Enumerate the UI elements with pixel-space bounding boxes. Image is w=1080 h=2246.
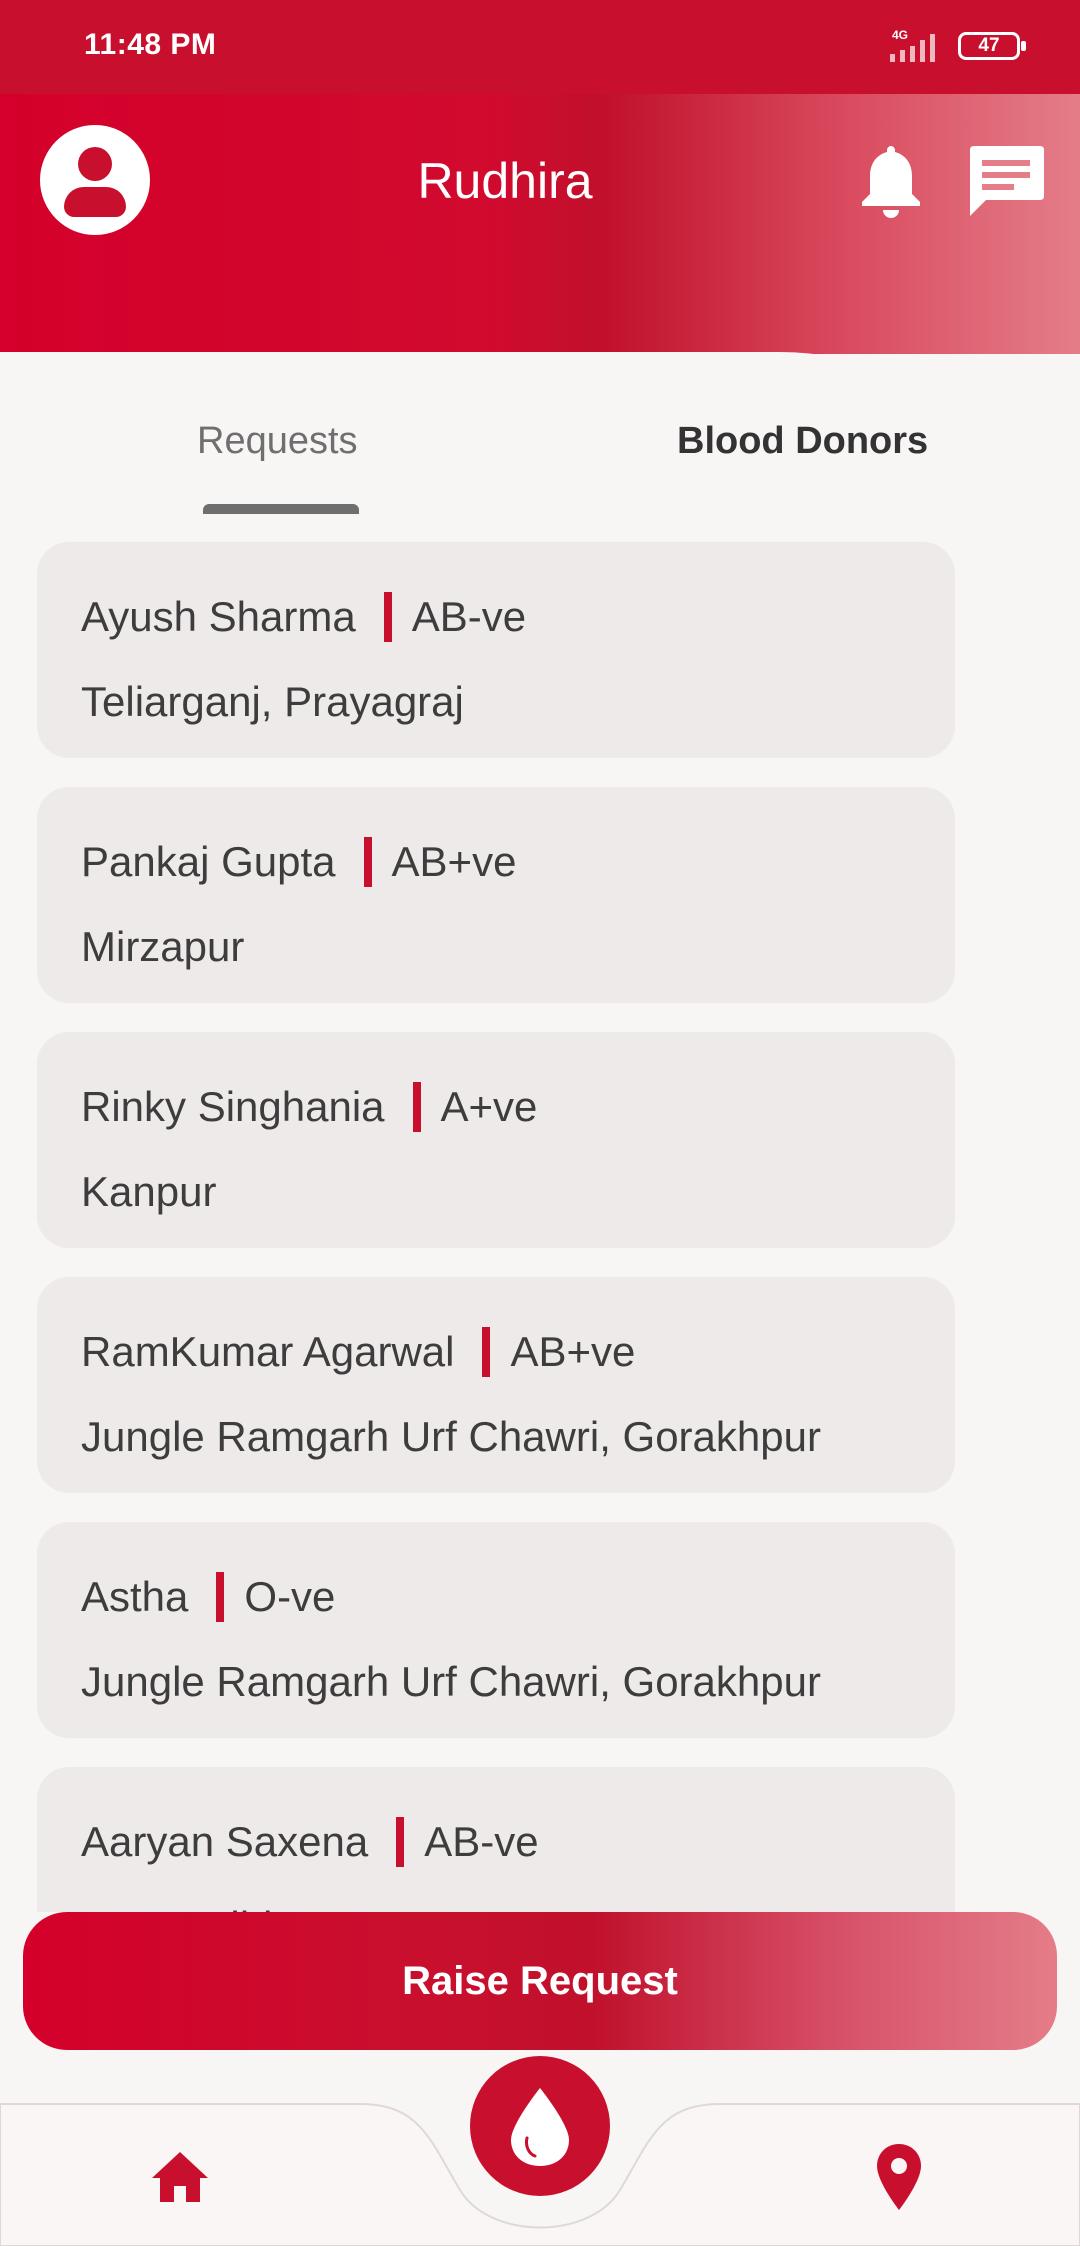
requester-location: Jungle Ramgarh Urf Chawri, Gorakhpur bbox=[81, 1658, 821, 1705]
blood-group: A+ve bbox=[440, 1083, 538, 1130]
request-card[interactable]: Rinky Singhania A+ve Kanpur bbox=[37, 1032, 955, 1248]
requester-location: New Delhi bbox=[81, 1903, 272, 1912]
requester-name: Ayush Sharma bbox=[81, 593, 356, 640]
battery-icon: 47 bbox=[958, 32, 1026, 60]
home-icon[interactable] bbox=[150, 2148, 210, 2204]
request-card[interactable]: Pankaj Gupta AB+ve Mirzapur bbox=[37, 787, 955, 1003]
blood-group: AB-ve bbox=[411, 593, 527, 640]
blood-group: O-ve bbox=[244, 1573, 336, 1620]
requester-name: Aaryan Saxena bbox=[81, 1818, 369, 1865]
divider-bar bbox=[396, 1817, 405, 1867]
requester-name: Astha bbox=[81, 1573, 189, 1620]
network-type: 4G bbox=[892, 28, 908, 42]
request-card[interactable]: Ayush Sharma AB-ve Teliarganj, Prayagraj bbox=[37, 542, 955, 758]
blood-group: AB-ve bbox=[424, 1818, 539, 1865]
chat-icon[interactable] bbox=[966, 142, 1046, 218]
divider-bar bbox=[363, 837, 372, 887]
requester-location: Mirzapur bbox=[81, 923, 245, 970]
signal-icon: 4G bbox=[890, 28, 935, 62]
request-card[interactable]: Aaryan Saxena AB-ve New Delhi bbox=[37, 1767, 955, 1912]
request-list[interactable]: Ayush Sharma AB-ve Teliarganj, Prayagraj… bbox=[0, 542, 1080, 1912]
tab-requests[interactable]: Requests bbox=[197, 420, 358, 463]
raise-request-button[interactable]: Raise Request bbox=[23, 1912, 1057, 2050]
profile-icon[interactable] bbox=[40, 125, 150, 235]
requester-location: Jungle Ramgarh Urf Chawri, Gorakhpur bbox=[81, 1413, 821, 1460]
tab-blood-donors[interactable]: Blood Donors bbox=[677, 420, 928, 463]
blood-drop-icon bbox=[511, 2088, 569, 2166]
status-bar: 11:48 PM 4G 47 bbox=[0, 0, 1080, 94]
tab-indicator bbox=[203, 504, 359, 514]
requester-location: Kanpur bbox=[81, 1168, 217, 1215]
app-title: Rudhira bbox=[417, 153, 593, 209]
request-card[interactable]: Astha O-ve Jungle Ramgarh Urf Chawri, Go… bbox=[37, 1522, 955, 1738]
blood-drop-fab[interactable] bbox=[470, 2056, 610, 2196]
divider-bar bbox=[482, 1327, 491, 1377]
blood-group: AB+ve bbox=[510, 1328, 636, 1375]
status-time: 11:48 PM bbox=[84, 28, 217, 61]
blood-group: AB+ve bbox=[391, 838, 517, 885]
divider-bar bbox=[412, 1082, 421, 1132]
divider-bar bbox=[216, 1572, 225, 1622]
location-pin-icon[interactable] bbox=[874, 2142, 924, 2212]
app-header bbox=[0, 94, 1080, 354]
divider-bar bbox=[383, 592, 392, 642]
request-card[interactable]: RamKumar Agarwal AB+ve Jungle Ramgarh Ur… bbox=[37, 1277, 955, 1493]
requester-name: Pankaj Gupta bbox=[81, 838, 336, 885]
battery-level: 47 bbox=[978, 35, 1000, 56]
requester-name: RamKumar Agarwal bbox=[81, 1328, 455, 1375]
requester-name: Rinky Singhania bbox=[81, 1083, 385, 1130]
requester-location: Teliarganj, Prayagraj bbox=[81, 678, 464, 725]
bell-icon[interactable] bbox=[858, 142, 924, 220]
